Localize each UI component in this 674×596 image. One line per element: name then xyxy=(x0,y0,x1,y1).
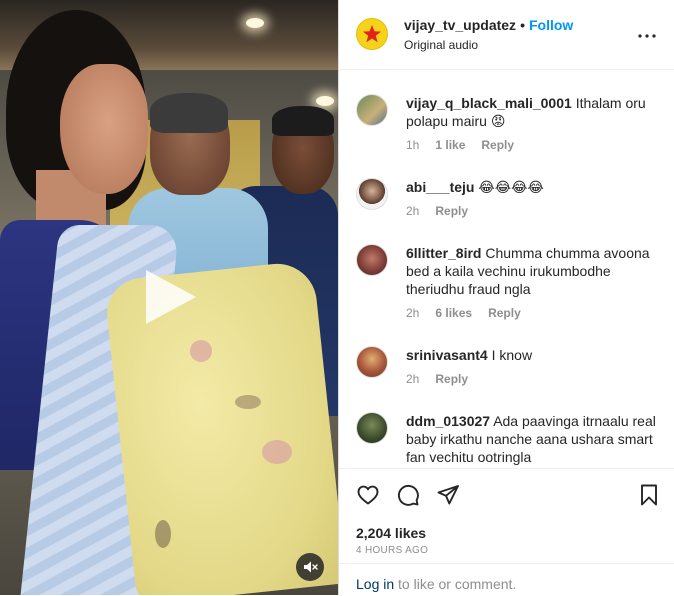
scene-light xyxy=(316,96,334,106)
login-prompt: Log in to like or comment. xyxy=(339,563,674,596)
star-logo-icon xyxy=(363,25,381,43)
comment-body: vijay_q_black_mali_0001 Ithalam oru pola… xyxy=(406,94,656,154)
send-icon[interactable] xyxy=(436,483,460,507)
post-timestamp[interactable]: 4 HOURS AGO xyxy=(356,545,428,556)
comment-username[interactable]: vijay_q_black_mali_0001 xyxy=(406,95,572,111)
scene-person-hair xyxy=(150,93,228,133)
reply-button[interactable]: Reply xyxy=(435,372,468,386)
video-player[interactable] xyxy=(0,0,338,595)
comment-body: ddm_013027 Ada paavinga itrnaalu real ba… xyxy=(406,412,656,466)
comment-meta: 2h Reply xyxy=(406,202,656,220)
speaker-muted-icon[interactable] xyxy=(296,553,324,581)
comments-list[interactable]: vijay_q_black_mali_0001 Ithalam oru pola… xyxy=(339,70,674,468)
comment-username[interactable]: ddm_013027 xyxy=(406,413,490,429)
comment-text: I know xyxy=(491,347,533,363)
comment-time[interactable]: 2h xyxy=(406,306,419,320)
comment-text: 😂😂😂😂 xyxy=(478,179,544,195)
comment-meta: 2h 6 likes Reply xyxy=(406,304,656,322)
separator-dot: • xyxy=(520,17,525,33)
bookmark-icon[interactable] xyxy=(637,483,661,507)
avatar[interactable] xyxy=(356,412,388,444)
scene-woman-face xyxy=(60,64,148,194)
comment-likes[interactable]: 6 likes xyxy=(435,306,472,320)
avatar[interactable] xyxy=(356,94,388,126)
comment-body: 6llitter_8ird Chumma chumma avoona bed a… xyxy=(406,244,656,322)
comment-time[interactable]: 2h xyxy=(406,372,419,386)
actions-bar: 2,204 likes 4 HOURS AGO Log in to like o… xyxy=(339,468,674,595)
comment-time[interactable]: 2h xyxy=(406,204,419,218)
comment-time[interactable]: 1h xyxy=(406,138,419,152)
comment-meta: 1h 1 like Reply xyxy=(406,136,656,154)
instagram-post: vijay_tv_updatez • Follow Original audio v… xyxy=(0,0,674,595)
scene-pattern xyxy=(190,340,212,362)
avatar[interactable] xyxy=(356,178,388,210)
post-sidebar: vijay_tv_updatez • Follow Original audio v… xyxy=(338,0,674,595)
reply-button[interactable]: Reply xyxy=(435,204,468,218)
comment-username[interactable]: srinivasant4 xyxy=(406,347,488,363)
avatar[interactable] xyxy=(356,18,388,50)
comment-meta: 2h Reply xyxy=(406,370,656,388)
comment-body: abi___teju 😂😂😂😂 2h Reply xyxy=(406,178,656,220)
comment-username[interactable]: 6llitter_8ird xyxy=(406,245,481,261)
audio-label[interactable]: Original audio xyxy=(404,38,478,52)
more-horizontal-icon[interactable] xyxy=(635,24,659,48)
scene-baby-bundle xyxy=(103,259,338,595)
avatar[interactable] xyxy=(356,346,388,378)
comment-likes[interactable]: 1 like xyxy=(435,138,465,152)
scene-pattern xyxy=(235,395,261,409)
comment-username[interactable]: abi___teju xyxy=(406,179,474,195)
reply-button[interactable]: Reply xyxy=(481,138,514,152)
play-icon[interactable] xyxy=(142,266,200,328)
login-prompt-text: to like or comment. xyxy=(394,576,517,592)
login-link[interactable]: Log in xyxy=(356,576,394,592)
avatar[interactable] xyxy=(356,244,388,276)
scene-light xyxy=(246,18,264,28)
comment-body: srinivasant4 I know 2h Reply xyxy=(406,346,656,388)
comment-icon[interactable] xyxy=(396,483,420,507)
scene-pattern xyxy=(155,520,171,548)
reply-button[interactable]: Reply xyxy=(488,306,521,320)
scene-pattern xyxy=(262,440,292,464)
header-line: vijay_tv_updatez • Follow xyxy=(404,17,573,33)
scene-person-hair xyxy=(272,106,334,136)
follow-button[interactable]: Follow xyxy=(529,17,573,33)
heart-icon[interactable] xyxy=(356,483,380,507)
post-header: vijay_tv_updatez • Follow Original audio xyxy=(339,0,674,70)
post-username[interactable]: vijay_tv_updatez xyxy=(404,17,516,33)
likes-count[interactable]: 2,204 likes xyxy=(356,525,426,541)
